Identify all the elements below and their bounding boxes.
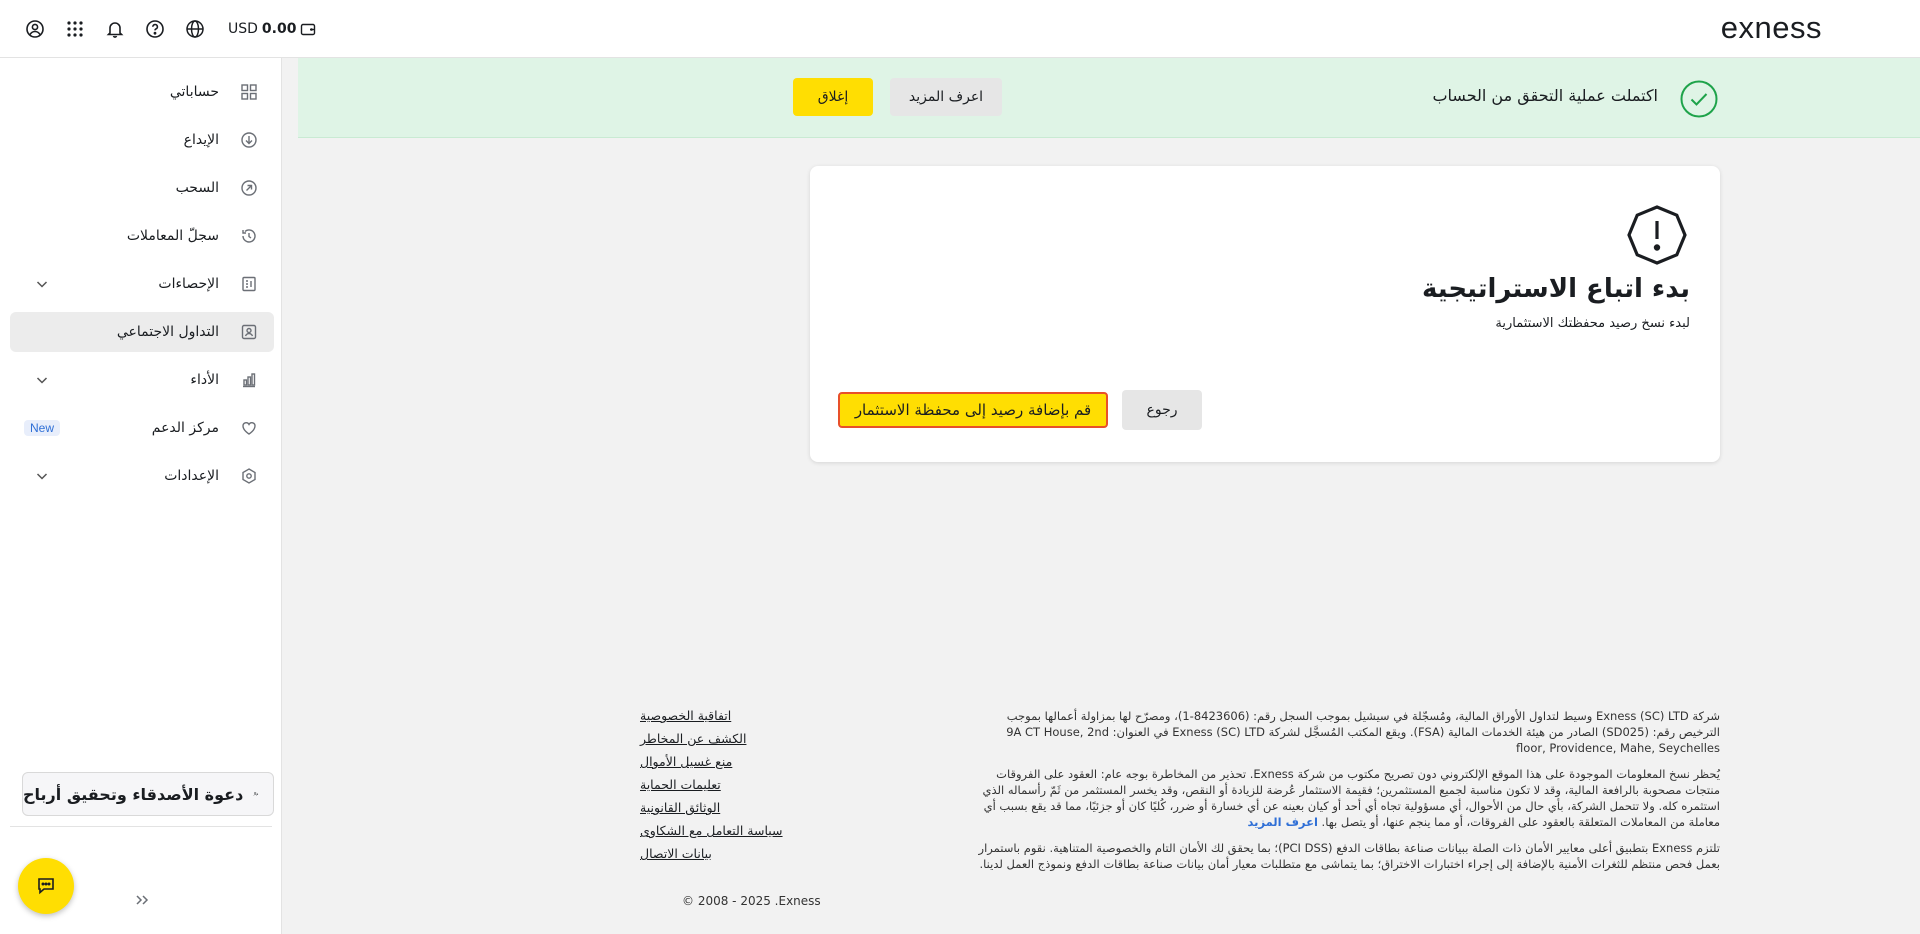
legal-paragraph-2-text: يُحظر نسخ المعلومات الموجودة على هذا الم… [982,767,1721,829]
sidebar-item-accounts[interactable]: حساباتي [10,72,274,112]
chevron-down-icon [36,473,48,480]
sidebar-item-statistics[interactable]: الإحصاءات [10,264,274,304]
sidebar-item-performance[interactable]: الأداء [10,360,274,400]
sidebar-item-label: الإعدادات [164,468,219,484]
card-title: بدء اتباع الاستراتيجية [1421,274,1690,304]
verification-banner: اكتملت عملية التحقق من الحساب اعرف المزي… [298,58,1920,138]
sidebar-item-label: الإيداع [183,132,219,148]
social-trading-icon [238,321,260,343]
sidebar-item-deposit[interactable]: الإيداع [10,120,274,160]
statistics-icon [238,273,260,295]
sidebar-item-label: سجلّ المعاملات [126,228,219,244]
invite-label: دعوة الأصدقاء وتحقيق أرباح [23,784,244,804]
sidebar-item-social-trading[interactable]: التداول الاجتماعي [10,312,274,352]
globe-icon[interactable] [184,18,206,40]
sidebar-divider [10,826,272,827]
chat-support-button[interactable] [18,858,74,914]
users-plus-icon [253,792,259,796]
history-icon [238,225,260,247]
settings-icon [238,465,260,487]
chevron-down-icon [36,281,48,288]
back-button[interactable]: رجوع [1122,390,1202,430]
sidebar-item-transaction-history[interactable]: سجلّ المعاملات [10,216,274,256]
start-strategy-card: بدء اتباع الاستراتيجية لبدء نسخ رصيد محف… [810,166,1720,462]
banner-message: اكتملت عملية التحقق من الحساب [1432,86,1658,105]
sidebar-item-settings[interactable]: الإعدادات [10,456,274,496]
sidebar-item-label: التداول الاجتماعي [116,324,219,340]
legal-paragraph-2: يُحظر نسخ المعلومات الموجودة على هذا الم… [976,766,1721,830]
legal-learn-more-link[interactable]: اعرف المزيد [1247,815,1317,829]
user-circle-icon[interactable] [24,18,46,40]
chat-icon [38,878,54,895]
wallet-icon [301,23,316,36]
warning-octagon-icon [1627,205,1687,265]
aml-link[interactable]: منع غسيل الأموال [640,754,816,769]
complaints-policy-link[interactable]: سياسة التعامل مع الشكاوى [640,823,816,838]
dashboard-icon [238,81,260,103]
footer-legal: شركة Exness (SC) LTD وسيط لتداول الأوراق… [976,708,1720,882]
sidebar-item-support-center[interactable]: مركز الدعم New [10,408,274,448]
withdraw-icon [238,177,260,199]
sidebar-item-label: مركز الدعم [151,420,219,436]
invite-friends-button[interactable]: دعوة الأصدقاء وتحقيق أرباح [22,772,274,816]
privacy-agreement-link[interactable]: اتفاقية الخصوصية [640,708,816,723]
learn-more-button[interactable]: اعرف المزيد [890,78,1002,116]
apps-grid-icon[interactable] [64,18,86,40]
collapse-sidebar-icon[interactable] [132,890,152,910]
copyright: © 2008 - 2025 .Exness [682,894,821,908]
balance-amount: 0.00 [261,21,297,37]
add-funds-button[interactable]: قم بإضافة رصيد إلى محفظة الاستثمار [838,392,1108,428]
help-icon[interactable] [144,18,166,40]
close-banner-button[interactable]: إغلاق [793,78,873,116]
chevron-down-icon [36,377,48,384]
currency-label: USD [228,21,258,37]
legal-paragraph-1: شركة Exness (SC) LTD وسيط لتداول الأوراق… [1006,709,1720,755]
deposit-icon [238,129,260,151]
card-subtitle: لبدء نسخ رصيد محفظتك الاستثمارية [1495,316,1690,331]
header-tools: USD 0.00 [24,16,316,42]
check-circle-icon [1680,80,1718,118]
new-badge: New [24,420,61,436]
security-instructions-link[interactable]: تعليمات الحماية [640,777,816,792]
sidebar-item-label: السحب [175,180,219,196]
heart-icon [238,417,260,439]
performance-icon [238,369,260,391]
risk-disclosure-link[interactable]: الكشف عن المخاطر [640,731,816,746]
top-header: USD 0.00 exness [0,0,1920,58]
wallet-balance[interactable]: USD 0.00 [228,21,316,37]
legal-documents-link[interactable]: الوثائق القانونية [640,800,816,815]
sidebar-item-label: الأداء [190,372,219,388]
legal-paragraph-3: تلتزم Exness بتطبيق أعلى معايير الأمان ذ… [978,841,1720,871]
bell-icon[interactable] [104,18,126,40]
footer-links: اتفاقية الخصوصية الكشف عن المخاطر منع غس… [640,708,816,869]
sidebar-item-label: حساباتي [169,84,219,100]
sidebar-item-label: الإحصاءات [158,276,219,292]
sidebar-item-withdraw[interactable]: السحب [10,168,274,208]
sidebar: حساباتي الإيداع السحب سجلّ المعاملات الإ… [0,58,282,934]
contact-info-link[interactable]: بيانات الاتصال [640,846,816,861]
exness-logo[interactable]: exness [1721,10,1822,46]
